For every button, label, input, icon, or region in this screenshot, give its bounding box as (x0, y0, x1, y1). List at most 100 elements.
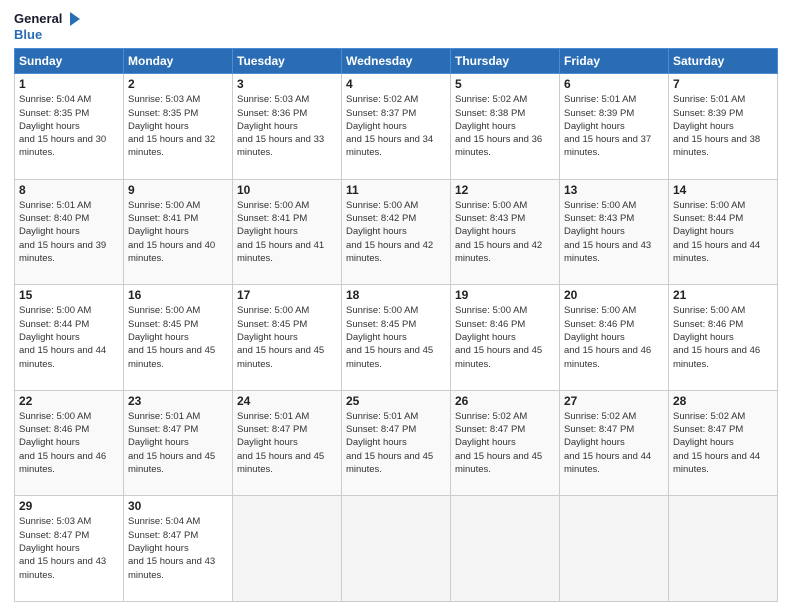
day-info: Sunrise: 5:00 AMSunset: 8:44 PMDaylight … (673, 199, 773, 265)
day-info: Sunrise: 5:00 AMSunset: 8:46 PMDaylight … (19, 410, 119, 476)
day-info: Sunrise: 5:02 AMSunset: 8:47 PMDaylight … (564, 410, 664, 476)
empty-cell (560, 496, 669, 602)
day-number: 9 (128, 183, 228, 197)
day-info: Sunrise: 5:01 AMSunset: 8:39 PMDaylight … (673, 93, 773, 159)
day-info: Sunrise: 5:02 AMSunset: 8:47 PMDaylight … (455, 410, 555, 476)
day-cell-2: 2 Sunrise: 5:03 AMSunset: 8:35 PMDaylight… (124, 74, 233, 180)
day-number: 29 (19, 499, 119, 513)
logo-general: General (14, 12, 62, 26)
day-cell-14: 14 Sunrise: 5:00 AMSunset: 8:44 PMDayligh… (669, 179, 778, 285)
day-info: Sunrise: 5:00 AMSunset: 8:46 PMDaylight … (673, 304, 773, 370)
day-number: 8 (19, 183, 119, 197)
day-cell-30: 30Sunrise: 5:04 AMSunset: 8:47 PMDayligh… (124, 496, 233, 602)
weekday-header-saturday: Saturday (669, 49, 778, 74)
day-info: Sunrise: 5:00 AMSunset: 8:45 PMDaylight … (346, 304, 446, 370)
day-info: Sunrise: 5:00 AMSunset: 8:42 PMDaylight … (346, 199, 446, 265)
day-cell-23: 23 Sunrise: 5:01 AMSunset: 8:47 PMDayligh… (124, 390, 233, 496)
day-cell-27: 27Sunrise: 5:02 AMSunset: 8:47 PMDayligh… (560, 390, 669, 496)
day-number: 14 (673, 183, 773, 197)
day-info: Sunrise: 5:04 AMSunset: 8:47 PMDaylight … (128, 515, 228, 581)
day-number: 20 (564, 288, 664, 302)
day-cell-24: 24Sunrise: 5:01 AMSunset: 8:47 PMDayligh… (233, 390, 342, 496)
logo-blue: Blue (14, 28, 82, 42)
weekday-header-friday: Friday (560, 49, 669, 74)
day-info: Sunrise: 5:03 AMSunset: 8:47 PMDaylight … (19, 515, 119, 581)
day-cell-4: 4Sunrise: 5:02 AMSunset: 8:37 PMDaylight… (342, 74, 451, 180)
weekday-header-tuesday: Tuesday (233, 49, 342, 74)
day-info: Sunrise: 5:01 AMSunset: 8:39 PMDaylight … (564, 93, 664, 159)
day-cell-6: 6Sunrise: 5:01 AMSunset: 8:39 PMDaylight… (560, 74, 669, 180)
day-number: 11 (346, 183, 446, 197)
empty-cell (342, 496, 451, 602)
day-number: 3 (237, 77, 337, 91)
logo-container: General Blue (14, 10, 82, 42)
weekday-header-thursday: Thursday (451, 49, 560, 74)
day-number: 19 (455, 288, 555, 302)
day-cell-5: 5 Sunrise: 5:02 AMSunset: 8:38 PMDaylight… (451, 74, 560, 180)
day-cell-16: 16 Sunrise: 5:00 AMSunset: 8:45 PMDayligh… (124, 285, 233, 391)
calendar-week-2: 8 Sunrise: 5:01 AMSunset: 8:40 PMDaylight… (15, 179, 778, 285)
weekday-header-sunday: Sunday (15, 49, 124, 74)
logo-arrow-icon (64, 10, 82, 28)
day-cell-21: 21 Sunrise: 5:00 AMSunset: 8:46 PMDayligh… (669, 285, 778, 391)
day-info: Sunrise: 5:00 AMSunset: 8:44 PMDaylight … (19, 304, 119, 370)
day-cell-17: 17Sunrise: 5:00 AMSunset: 8:45 PMDayligh… (233, 285, 342, 391)
day-number: 13 (564, 183, 664, 197)
day-cell-20: 20 Sunrise: 5:00 AMSunset: 8:46 PMDayligh… (560, 285, 669, 391)
day-number: 26 (455, 394, 555, 408)
day-info: Sunrise: 5:01 AMSunset: 8:40 PMDaylight … (19, 199, 119, 265)
calendar-week-5: 29 Sunrise: 5:03 AMSunset: 8:47 PMDayligh… (15, 496, 778, 602)
day-info: Sunrise: 5:00 AMSunset: 8:43 PMDaylight … (455, 199, 555, 265)
day-cell-19: 19 Sunrise: 5:00 AMSunset: 8:46 PMDayligh… (451, 285, 560, 391)
day-info: Sunrise: 5:00 AMSunset: 8:43 PMDaylight … (564, 199, 664, 265)
day-info: Sunrise: 5:00 AMSunset: 8:45 PMDaylight … (128, 304, 228, 370)
weekday-header-wednesday: Wednesday (342, 49, 451, 74)
day-number: 23 (128, 394, 228, 408)
day-info: Sunrise: 5:00 AMSunset: 8:46 PMDaylight … (455, 304, 555, 370)
day-info: Sunrise: 5:01 AMSunset: 8:47 PMDaylight … (237, 410, 337, 476)
day-number: 7 (673, 77, 773, 91)
day-number: 25 (346, 394, 446, 408)
day-cell-8: 8 Sunrise: 5:01 AMSunset: 8:40 PMDaylight… (15, 179, 124, 285)
day-number: 17 (237, 288, 337, 302)
day-cell-9: 9 Sunrise: 5:00 AMSunset: 8:41 PMDaylight… (124, 179, 233, 285)
empty-cell (669, 496, 778, 602)
day-number: 5 (455, 77, 555, 91)
day-number: 22 (19, 394, 119, 408)
empty-cell (233, 496, 342, 602)
day-cell-7: 7 Sunrise: 5:01 AMSunset: 8:39 PMDaylight… (669, 74, 778, 180)
day-info: Sunrise: 5:00 AMSunset: 8:46 PMDaylight … (564, 304, 664, 370)
day-info: Sunrise: 5:02 AMSunset: 8:37 PMDaylight … (346, 93, 446, 159)
day-number: 21 (673, 288, 773, 302)
day-cell-11: 11 Sunrise: 5:00 AMSunset: 8:42 PMDayligh… (342, 179, 451, 285)
day-info: Sunrise: 5:01 AMSunset: 8:47 PMDaylight … (128, 410, 228, 476)
day-cell-25: 25 Sunrise: 5:01 AMSunset: 8:47 PMDayligh… (342, 390, 451, 496)
day-number: 12 (455, 183, 555, 197)
day-info: Sunrise: 5:03 AMSunset: 8:35 PMDaylight … (128, 93, 228, 159)
weekday-header-monday: Monday (124, 49, 233, 74)
day-cell-18: 18Sunrise: 5:00 AMSunset: 8:45 PMDayligh… (342, 285, 451, 391)
day-info: Sunrise: 5:02 AMSunset: 8:38 PMDaylight … (455, 93, 555, 159)
calendar-table: SundayMondayTuesdayWednesdayThursdayFrid… (14, 48, 778, 602)
day-number: 16 (128, 288, 228, 302)
calendar-week-4: 22 Sunrise: 5:00 AMSunset: 8:46 PMDayligh… (15, 390, 778, 496)
day-cell-28: 28 Sunrise: 5:02 AMSunset: 8:47 PMDayligh… (669, 390, 778, 496)
empty-cell (451, 496, 560, 602)
day-info: Sunrise: 5:00 AMSunset: 8:41 PMDaylight … (237, 199, 337, 265)
day-cell-26: 26 Sunrise: 5:02 AMSunset: 8:47 PMDayligh… (451, 390, 560, 496)
day-number: 2 (128, 77, 228, 91)
day-info: Sunrise: 5:03 AMSunset: 8:36 PMDaylight … (237, 93, 337, 159)
day-number: 28 (673, 394, 773, 408)
day-cell-10: 10 Sunrise: 5:00 AMSunset: 8:41 PMDayligh… (233, 179, 342, 285)
day-number: 1 (19, 77, 119, 91)
logo: General Blue (14, 10, 82, 42)
day-number: 10 (237, 183, 337, 197)
day-info: Sunrise: 5:00 AMSunset: 8:41 PMDaylight … (128, 199, 228, 265)
weekday-header-row: SundayMondayTuesdayWednesdayThursdayFrid… (15, 49, 778, 74)
day-cell-13: 13 Sunrise: 5:00 AMSunset: 8:43 PMDayligh… (560, 179, 669, 285)
day-info: Sunrise: 5:02 AMSunset: 8:47 PMDaylight … (673, 410, 773, 476)
calendar-week-3: 15Sunrise: 5:00 AMSunset: 8:44 PMDayligh… (15, 285, 778, 391)
day-info: Sunrise: 5:01 AMSunset: 8:47 PMDaylight … (346, 410, 446, 476)
day-cell-3: 3 Sunrise: 5:03 AMSunset: 8:36 PMDaylight… (233, 74, 342, 180)
calendar-week-1: 1Sunrise: 5:04 AMSunset: 8:35 PMDaylight… (15, 74, 778, 180)
